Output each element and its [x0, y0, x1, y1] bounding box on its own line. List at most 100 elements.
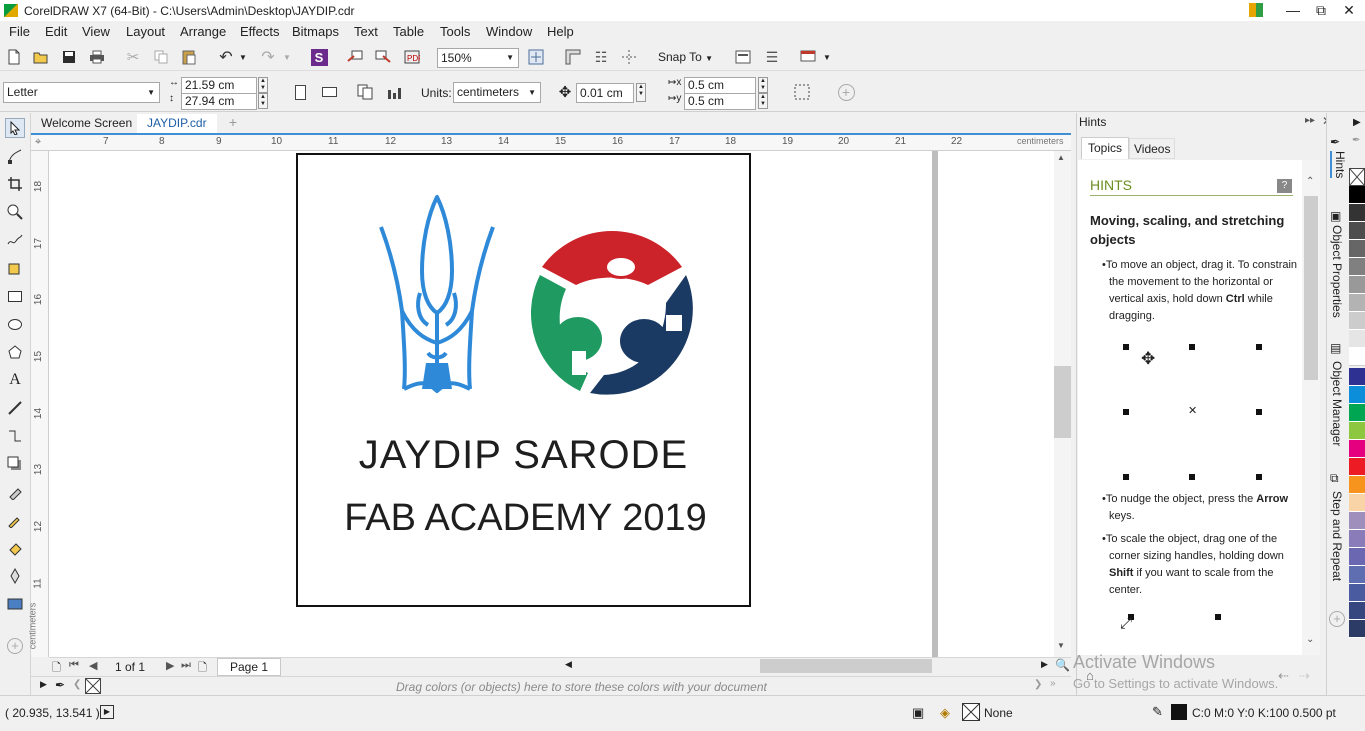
- scroll-right-icon[interactable]: ▶: [1041, 659, 1048, 670]
- swatch-lime[interactable]: [1349, 422, 1365, 440]
- import-icon[interactable]: [345, 47, 365, 67]
- no-color-swatch[interactable]: [85, 678, 101, 694]
- search-content-icon[interactable]: S: [309, 47, 329, 67]
- ruler-origin-icon[interactable]: ⌖: [35, 136, 41, 149]
- status-play-icon[interactable]: ▶: [100, 705, 114, 719]
- save-icon[interactable]: [59, 47, 79, 67]
- swatch-blue-gray[interactable]: [1349, 584, 1365, 602]
- tab-jaydip[interactable]: JAYDIP.cdr: [137, 114, 217, 133]
- hints-scroll-thumb[interactable]: [1304, 196, 1318, 380]
- duplicate-y-spinner[interactable]: ▲ ▼: [758, 93, 768, 109]
- hints-back-icon[interactable]: ⇠: [1278, 668, 1289, 684]
- page-height-field[interactable]: 27.94 cm: [181, 93, 257, 110]
- swatch-peach[interactable]: [1349, 494, 1365, 512]
- text-tool-icon[interactable]: A: [5, 370, 25, 390]
- zoom-to-page-icon[interactable]: [526, 47, 546, 67]
- vertical-scrollbar[interactable]: ▲ ▼: [1054, 151, 1071, 657]
- nudge-spinner[interactable]: ▲ ▼: [636, 83, 646, 102]
- shape-tool-icon[interactable]: [5, 146, 25, 166]
- swatch-gray-30[interactable]: [1349, 294, 1365, 312]
- tab-videos[interactable]: Videos: [1129, 138, 1176, 159]
- horizontal-scrollbar[interactable]: ◀ ▶: [565, 657, 1053, 675]
- width-spinner[interactable]: ▲ ▼: [258, 77, 268, 93]
- swatch-gray-50[interactable]: [1349, 258, 1365, 276]
- duplicate-x-spinner[interactable]: ▲ ▼: [758, 77, 768, 93]
- color-eyedropper-tool-icon[interactable]: [5, 510, 25, 530]
- publish-pdf-icon[interactable]: PDF: [402, 47, 422, 67]
- hints-forward-icon[interactable]: ⇢: [1299, 668, 1310, 684]
- toolbar-more-icon[interactable]: ▼: [823, 53, 831, 62]
- cut-icon[interactable]: ✂: [123, 47, 143, 67]
- prev-page-icon[interactable]: ◀: [89, 659, 97, 672]
- menu-text[interactable]: Text: [354, 24, 378, 39]
- hints-help-icon[interactable]: ?: [1277, 179, 1292, 193]
- outline-tool-icon[interactable]: [5, 594, 25, 614]
- swatch-orange[interactable]: [1349, 476, 1365, 494]
- swatch-purple[interactable]: [1349, 530, 1365, 548]
- swatch-white[interactable]: [1349, 348, 1365, 366]
- swatch-deep-blue[interactable]: [1349, 620, 1365, 638]
- swatch-gray-40[interactable]: [1349, 276, 1365, 294]
- palette-menu-icon[interactable]: ▶: [1353, 117, 1361, 128]
- open-icon[interactable]: [31, 47, 51, 67]
- scroll-left-icon[interactable]: ◀: [565, 659, 572, 670]
- height-spinner[interactable]: ▲ ▼: [258, 93, 268, 109]
- menu-file[interactable]: File: [9, 24, 30, 39]
- smart-fill-tool-icon[interactable]: [5, 258, 25, 278]
- menu-view[interactable]: View: [82, 24, 110, 39]
- first-page-icon[interactable]: ⏮: [69, 659, 79, 672]
- polygon-tool-icon[interactable]: [5, 342, 25, 362]
- ellipse-tool-icon[interactable]: [5, 314, 25, 334]
- menu-arrange[interactable]: Arrange: [180, 24, 226, 39]
- next-page-icon[interactable]: ▶: [166, 659, 174, 672]
- dock-tab-step-and-repeat[interactable]: Step and Repeat: [1330, 491, 1344, 581]
- freehand-tool-icon[interactable]: [5, 230, 25, 250]
- outline-color-swatch[interactable]: [1171, 704, 1187, 720]
- palette-expand-icon[interactable]: ▶: [40, 679, 47, 690]
- current-page-icon[interactable]: [384, 82, 404, 102]
- undo-icon[interactable]: ↶: [216, 47, 236, 67]
- redo-dropdown-icon[interactable]: ▼: [283, 53, 291, 62]
- swatch-gray-90[interactable]: [1349, 204, 1365, 222]
- swatch-navy[interactable]: [1349, 368, 1365, 386]
- palette-scroll-right-icon[interactable]: ❯: [1034, 679, 1042, 690]
- page-size-select[interactable]: Letter ▼: [3, 82, 160, 103]
- close-window-button[interactable]: ✕: [1333, 0, 1365, 21]
- menu-bitmaps[interactable]: Bitmaps: [292, 24, 339, 39]
- swatch-magenta[interactable]: [1349, 440, 1365, 458]
- palette-up-icon[interactable]: ✒: [1352, 135, 1360, 146]
- swatch-none[interactable]: [1349, 168, 1365, 186]
- show-guidelines-icon[interactable]: [619, 47, 639, 67]
- undo-dropdown-icon[interactable]: ▼: [239, 53, 247, 62]
- portrait-icon[interactable]: [290, 82, 310, 102]
- smart-fill-icon[interactable]: [5, 566, 25, 586]
- drop-shadow-tool-icon[interactable]: [5, 454, 25, 474]
- swatch-blue[interactable]: [1349, 386, 1365, 404]
- status-settings-icon[interactable]: ▣: [912, 705, 924, 721]
- palette-scroll-end-icon[interactable]: »: [1050, 678, 1056, 689]
- swatch-violet[interactable]: [1349, 548, 1365, 566]
- add-docker-icon[interactable]: +: [1329, 611, 1345, 627]
- application-launcher-icon[interactable]: ☰: [762, 47, 782, 67]
- document-page[interactable]: JAYDIP SARODE FAB ACADEMY 2019: [296, 153, 751, 607]
- swatch-gray-70[interactable]: [1349, 222, 1365, 240]
- landscape-icon[interactable]: [319, 82, 339, 102]
- crop-tool-icon[interactable]: [5, 174, 25, 194]
- zoom-level-select[interactable]: 150% ▼: [437, 48, 519, 68]
- pick-tool-icon[interactable]: [5, 118, 25, 138]
- page-width-field[interactable]: 21.59 cm: [181, 77, 257, 94]
- menu-layout[interactable]: Layout: [126, 24, 165, 39]
- interactive-fill-tool-icon[interactable]: [5, 538, 25, 558]
- swatch-gray-20[interactable]: [1349, 312, 1365, 330]
- palette-eyedropper-icon[interactable]: ✒: [55, 678, 65, 692]
- new-document-icon[interactable]: [4, 47, 24, 67]
- dock-tab-object-manager[interactable]: Object Manager: [1330, 361, 1344, 446]
- menu-table[interactable]: Table: [393, 24, 424, 39]
- zoom-tool-icon[interactable]: [5, 202, 25, 222]
- last-page-icon[interactable]: ⏭: [181, 659, 191, 672]
- menu-help[interactable]: Help: [547, 24, 574, 39]
- palette-scroll-left-icon[interactable]: ❮: [73, 679, 81, 690]
- tab-topics[interactable]: Topics: [1081, 137, 1130, 159]
- horizontal-scroll-thumb[interactable]: [760, 659, 932, 673]
- treat-as-filled-icon[interactable]: [792, 82, 812, 102]
